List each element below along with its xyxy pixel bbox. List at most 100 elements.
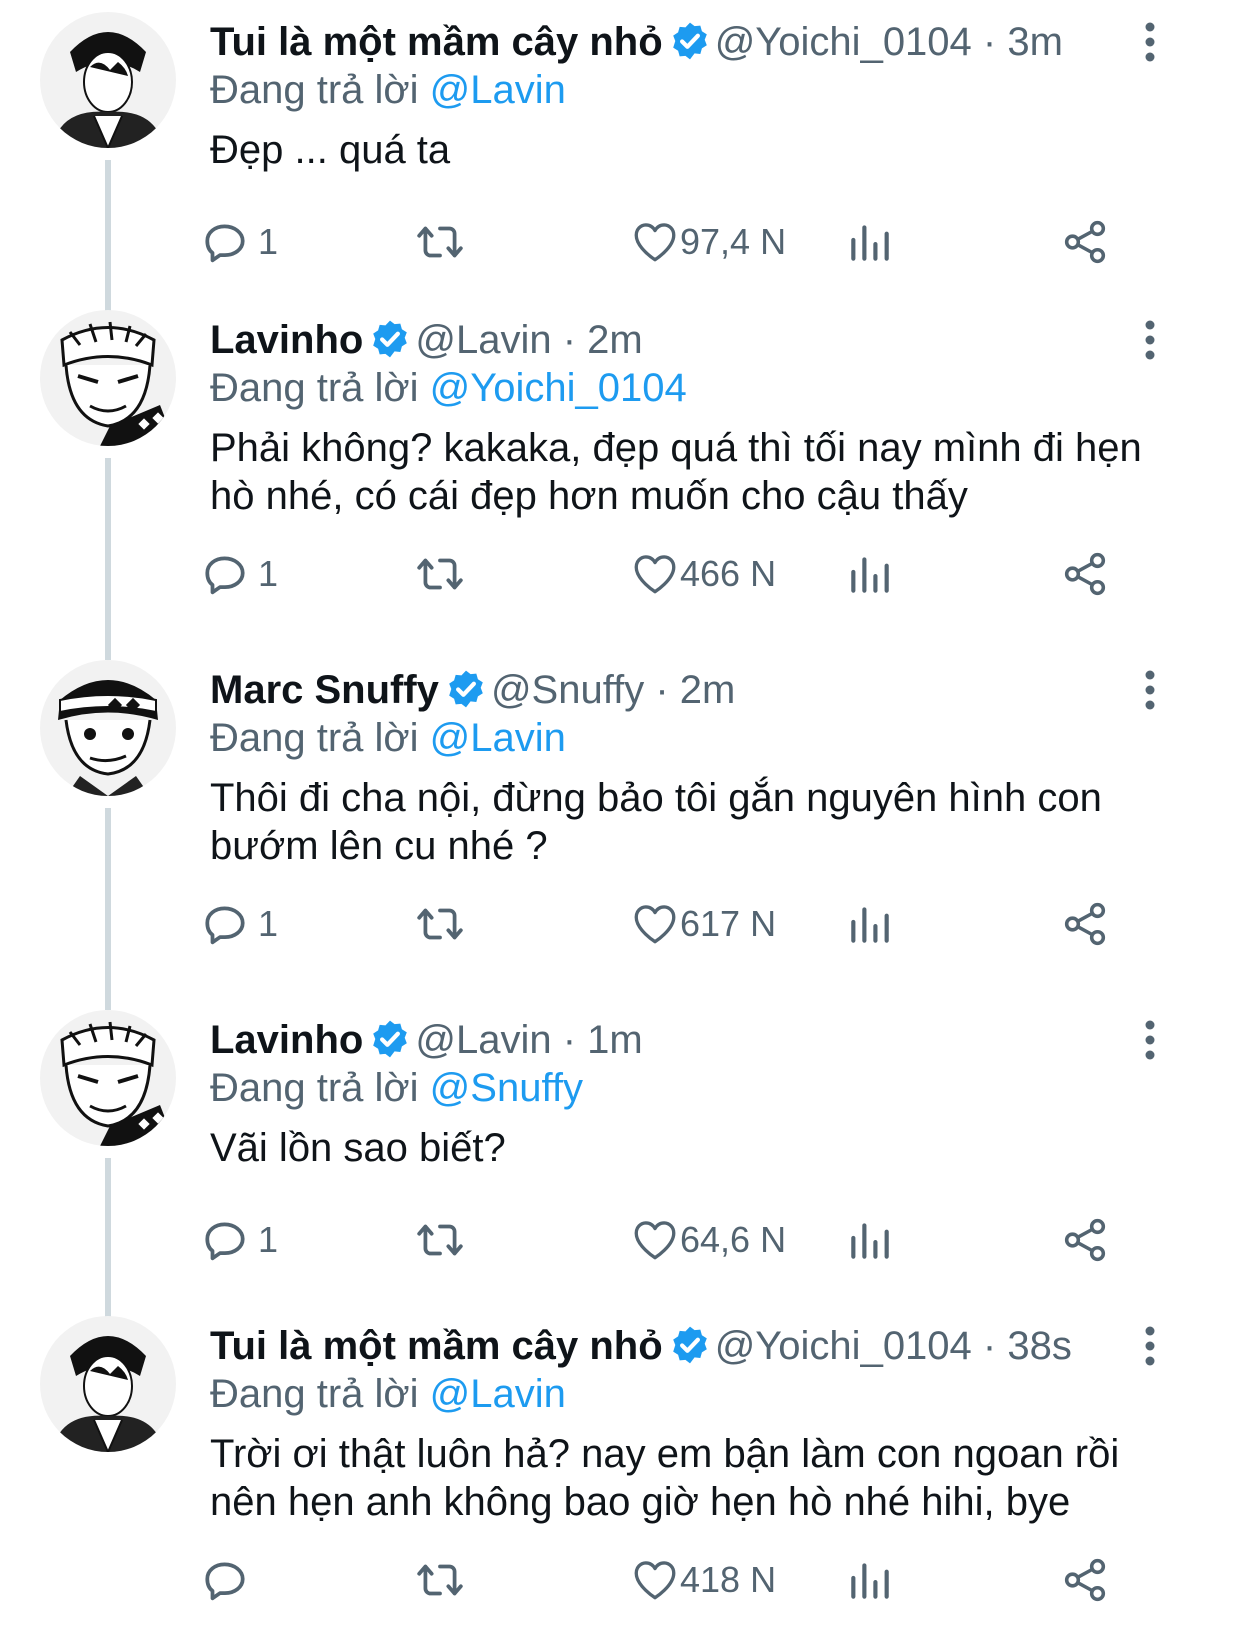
retweet-button[interactable] <box>415 1210 465 1270</box>
share-button[interactable] <box>1060 894 1110 954</box>
more-options-icon[interactable] <box>1140 1326 1160 1366</box>
avatar[interactable] <box>40 660 176 796</box>
timestamp[interactable]: 38s <box>1007 1324 1072 1368</box>
timestamp[interactable]: 2m <box>680 668 736 712</box>
like-button[interactable]: 617 N <box>630 894 776 954</box>
retweet-button[interactable] <box>415 544 465 604</box>
heart-icon <box>634 555 676 594</box>
avatar[interactable] <box>40 310 176 446</box>
verified-badge-icon <box>672 1326 707 1364</box>
reply-button[interactable]: 1 <box>200 894 278 954</box>
views-button[interactable] <box>845 212 895 272</box>
views-button[interactable] <box>845 544 895 604</box>
reply-count: 1 <box>258 1219 279 1260</box>
separator-dot: · <box>971 20 1008 64</box>
replying-to: Đang trả lời @Lavin <box>210 714 566 762</box>
thread-line <box>105 298 111 310</box>
display-name[interactable]: Lavinho <box>210 1018 363 1062</box>
tweet-text: Trời ơi thật luôn hả? nay em bận làm con… <box>210 1432 1120 1524</box>
replying-to-label: Đang trả lời <box>210 1066 419 1110</box>
action-bar: 1 97,4 N <box>205 212 1170 272</box>
retweet-icon <box>417 558 463 590</box>
handle[interactable]: @Yoichi_0104 <box>715 20 972 64</box>
avatar-image-yoichi <box>52 32 164 148</box>
replying-to: Đang trả lời @Lavin <box>210 66 566 114</box>
timestamp[interactable]: 1m <box>587 1018 643 1062</box>
display-name[interactable]: Tui là một mầm cây nhỏ <box>210 1324 663 1368</box>
retweet-button[interactable] <box>415 894 465 954</box>
verified-badge-icon <box>373 1020 408 1058</box>
replying-to-mention[interactable]: @Yoichi_0104 <box>430 366 687 410</box>
heart-icon <box>634 223 676 262</box>
avatar[interactable] <box>40 1316 176 1452</box>
retweet-button[interactable] <box>415 212 465 272</box>
tweet[interactable]: Lavinho @Lavin · 2m Đang trả lời @Yoichi_… <box>0 298 1234 648</box>
tweet-header: Lavinho @Lavin · 1m <box>210 1016 1104 1064</box>
timestamp[interactable]: 3m <box>1007 20 1063 64</box>
replying-to-label: Đang trả lời <box>210 68 419 112</box>
handle[interactable]: @Yoichi_0104 <box>715 1324 972 1368</box>
heart-icon <box>634 1221 676 1260</box>
more-options-icon[interactable] <box>1140 22 1160 62</box>
share-icon <box>1064 1218 1106 1262</box>
reply-button[interactable] <box>200 1550 258 1610</box>
replying-to-mention[interactable]: @Snuffy <box>430 1066 583 1110</box>
replying-to-mention[interactable]: @Lavin <box>430 68 566 112</box>
separator-dot: · <box>551 1018 588 1062</box>
handle[interactable]: @Snuffy <box>491 668 644 712</box>
more-options-icon[interactable] <box>1140 320 1160 360</box>
like-count: 617 N <box>680 903 777 944</box>
replying-to-mention[interactable]: @Lavin <box>430 716 566 760</box>
action-bar: 1 617 N <box>205 894 1170 954</box>
more-options-icon[interactable] <box>1140 1020 1160 1060</box>
handle[interactable]: @Lavin <box>415 318 551 362</box>
replying-to: Đang trả lời @Yoichi_0104 <box>210 364 687 412</box>
thread-line <box>105 1290 111 1314</box>
avatar-image-lavinho <box>60 321 176 446</box>
replying-to-mention[interactable]: @Lavin <box>430 1372 566 1416</box>
reply-icon <box>205 556 245 595</box>
tweet[interactable]: Marc Snuffy @Snuffy · 2m Đang trả lời @La… <box>0 648 1234 998</box>
timestamp[interactable]: 2m <box>587 318 643 362</box>
reply-button[interactable]: 1 <box>200 212 278 272</box>
views-button[interactable] <box>845 894 895 954</box>
tweet-text: Vãi lồn sao biết? <box>210 1126 506 1170</box>
display-name[interactable]: Tui là một mầm cây nhỏ <box>210 20 663 64</box>
share-icon <box>1064 902 1106 946</box>
avatar[interactable] <box>40 1010 176 1146</box>
retweet-button[interactable] <box>415 1550 465 1610</box>
verified-badge-icon <box>373 320 408 358</box>
tweet[interactable]: Lavinho @Lavin · 1m Đang trả lời @Snuffy … <box>0 998 1234 1348</box>
like-button[interactable]: 466 N <box>630 544 776 604</box>
more-options-icon[interactable] <box>1140 670 1160 710</box>
display-name[interactable]: Marc Snuffy <box>210 668 439 712</box>
like-count: 64,6 N <box>680 1219 787 1260</box>
thread-line <box>105 808 111 998</box>
tweet[interactable]: Tui là một mầm cây nhỏ @Yoichi_0104 · 38s… <box>0 1290 1234 1646</box>
like-button[interactable]: 418 N <box>630 1550 776 1610</box>
reply-count: 1 <box>258 553 279 594</box>
heart-icon <box>634 905 676 944</box>
reply-icon <box>205 224 245 263</box>
tweet-header: Lavinho @Lavin · 2m <box>210 316 1104 364</box>
reply-button[interactable]: 1 <box>200 544 278 604</box>
avatar[interactable] <box>40 12 176 148</box>
handle[interactable]: @Lavin <box>415 1018 551 1062</box>
reply-button[interactable]: 1 <box>200 1210 278 1270</box>
views-button[interactable] <box>845 1210 895 1270</box>
display-name[interactable]: Lavinho <box>210 318 363 362</box>
reply-count: 1 <box>258 221 279 262</box>
action-bar: 1 466 N <box>205 544 1170 604</box>
share-button[interactable] <box>1060 1550 1110 1610</box>
replying-to-label: Đang trả lời <box>210 716 419 760</box>
like-count: 97,4 N <box>680 221 787 262</box>
like-button[interactable]: 64,6 N <box>630 1210 786 1270</box>
replying-to: Đang trả lời @Snuffy <box>210 1064 583 1112</box>
share-button[interactable] <box>1060 212 1110 272</box>
avatar-image-yoichi <box>52 1336 164 1452</box>
views-button[interactable] <box>845 1550 895 1610</box>
share-button[interactable] <box>1060 1210 1110 1270</box>
tweet-text: Đẹp ... quá ta <box>210 128 451 172</box>
like-button[interactable]: 97,4 N <box>630 212 786 272</box>
share-button[interactable] <box>1060 544 1110 604</box>
